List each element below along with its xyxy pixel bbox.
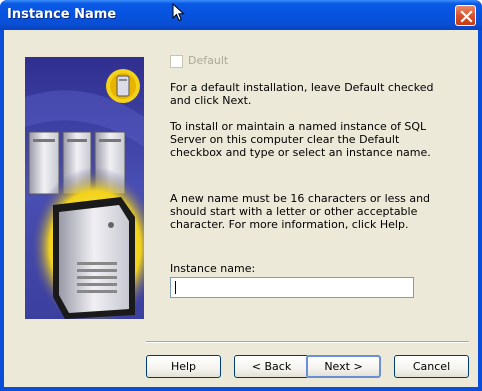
name-rules-instructions: A new name must be 16 characters or less…	[170, 192, 431, 231]
title-bar[interactable]: Instance Name	[0, 0, 482, 30]
back-button[interactable]: < Back	[234, 355, 309, 378]
default-checkbox[interactable]	[170, 55, 183, 68]
named-instance-instructions: To install or maintain a named instance …	[170, 120, 431, 159]
instance-name-label: Instance name:	[170, 262, 256, 275]
default-checkbox-label: Default	[188, 54, 229, 67]
close-button[interactable]	[455, 5, 476, 26]
window-title: Instance Name	[7, 7, 117, 22]
help-button[interactable]: Help	[146, 355, 221, 378]
dialog-window: Instance Name Default For a default inst…	[0, 0, 482, 391]
next-button[interactable]: Next >	[306, 355, 381, 378]
server-illustration	[25, 57, 144, 319]
mouse-pointer-icon	[172, 3, 185, 22]
cancel-button[interactable]: Cancel	[394, 355, 469, 378]
server-icon	[25, 57, 144, 319]
close-icon	[460, 10, 473, 23]
text-caret	[175, 281, 176, 294]
instance-name-input[interactable]	[170, 277, 414, 298]
dialog-body: Default For a default installation, leav…	[4, 30, 478, 387]
button-separator	[146, 341, 469, 343]
default-install-instructions: For a default installation, leave Defaul…	[170, 81, 434, 107]
